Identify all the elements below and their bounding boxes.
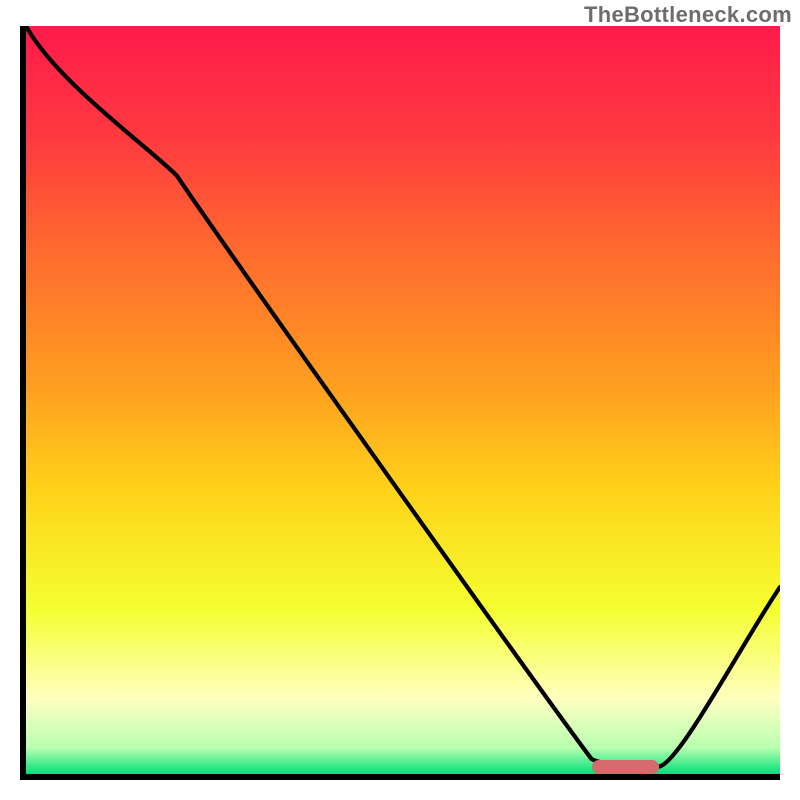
chart-frame: TheBottleneck.com (0, 0, 800, 800)
gradient-background (26, 26, 780, 774)
attribution-label: TheBottleneck.com (584, 2, 792, 28)
optimal-region-marker (592, 760, 660, 774)
plot-area (20, 26, 780, 780)
